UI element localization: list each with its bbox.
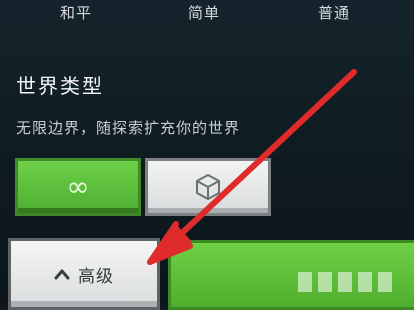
difficulty-selector: 和平 简单 普通 (0, 0, 414, 40)
watermark-logo (298, 268, 402, 298)
infinity-icon: ∞ (66, 170, 90, 203)
difficulty-option-easy[interactable]: 简单 (188, 2, 220, 23)
chevron-up-icon (54, 269, 70, 280)
world-type-flat-button[interactable] (145, 158, 271, 216)
advanced-label: 高级 (78, 266, 114, 287)
difficulty-option-peaceful[interactable]: 和平 (60, 2, 92, 23)
advanced-button[interactable]: 高级 (8, 238, 160, 310)
cube-icon (196, 173, 220, 201)
world-type-infinite-button[interactable]: ∞ (15, 158, 141, 216)
world-type-title: 世界类型 (16, 74, 104, 98)
world-type-description: 无限边界，随探索扩充你的世界 (16, 119, 241, 137)
difficulty-option-normal[interactable]: 普通 (318, 2, 350, 23)
